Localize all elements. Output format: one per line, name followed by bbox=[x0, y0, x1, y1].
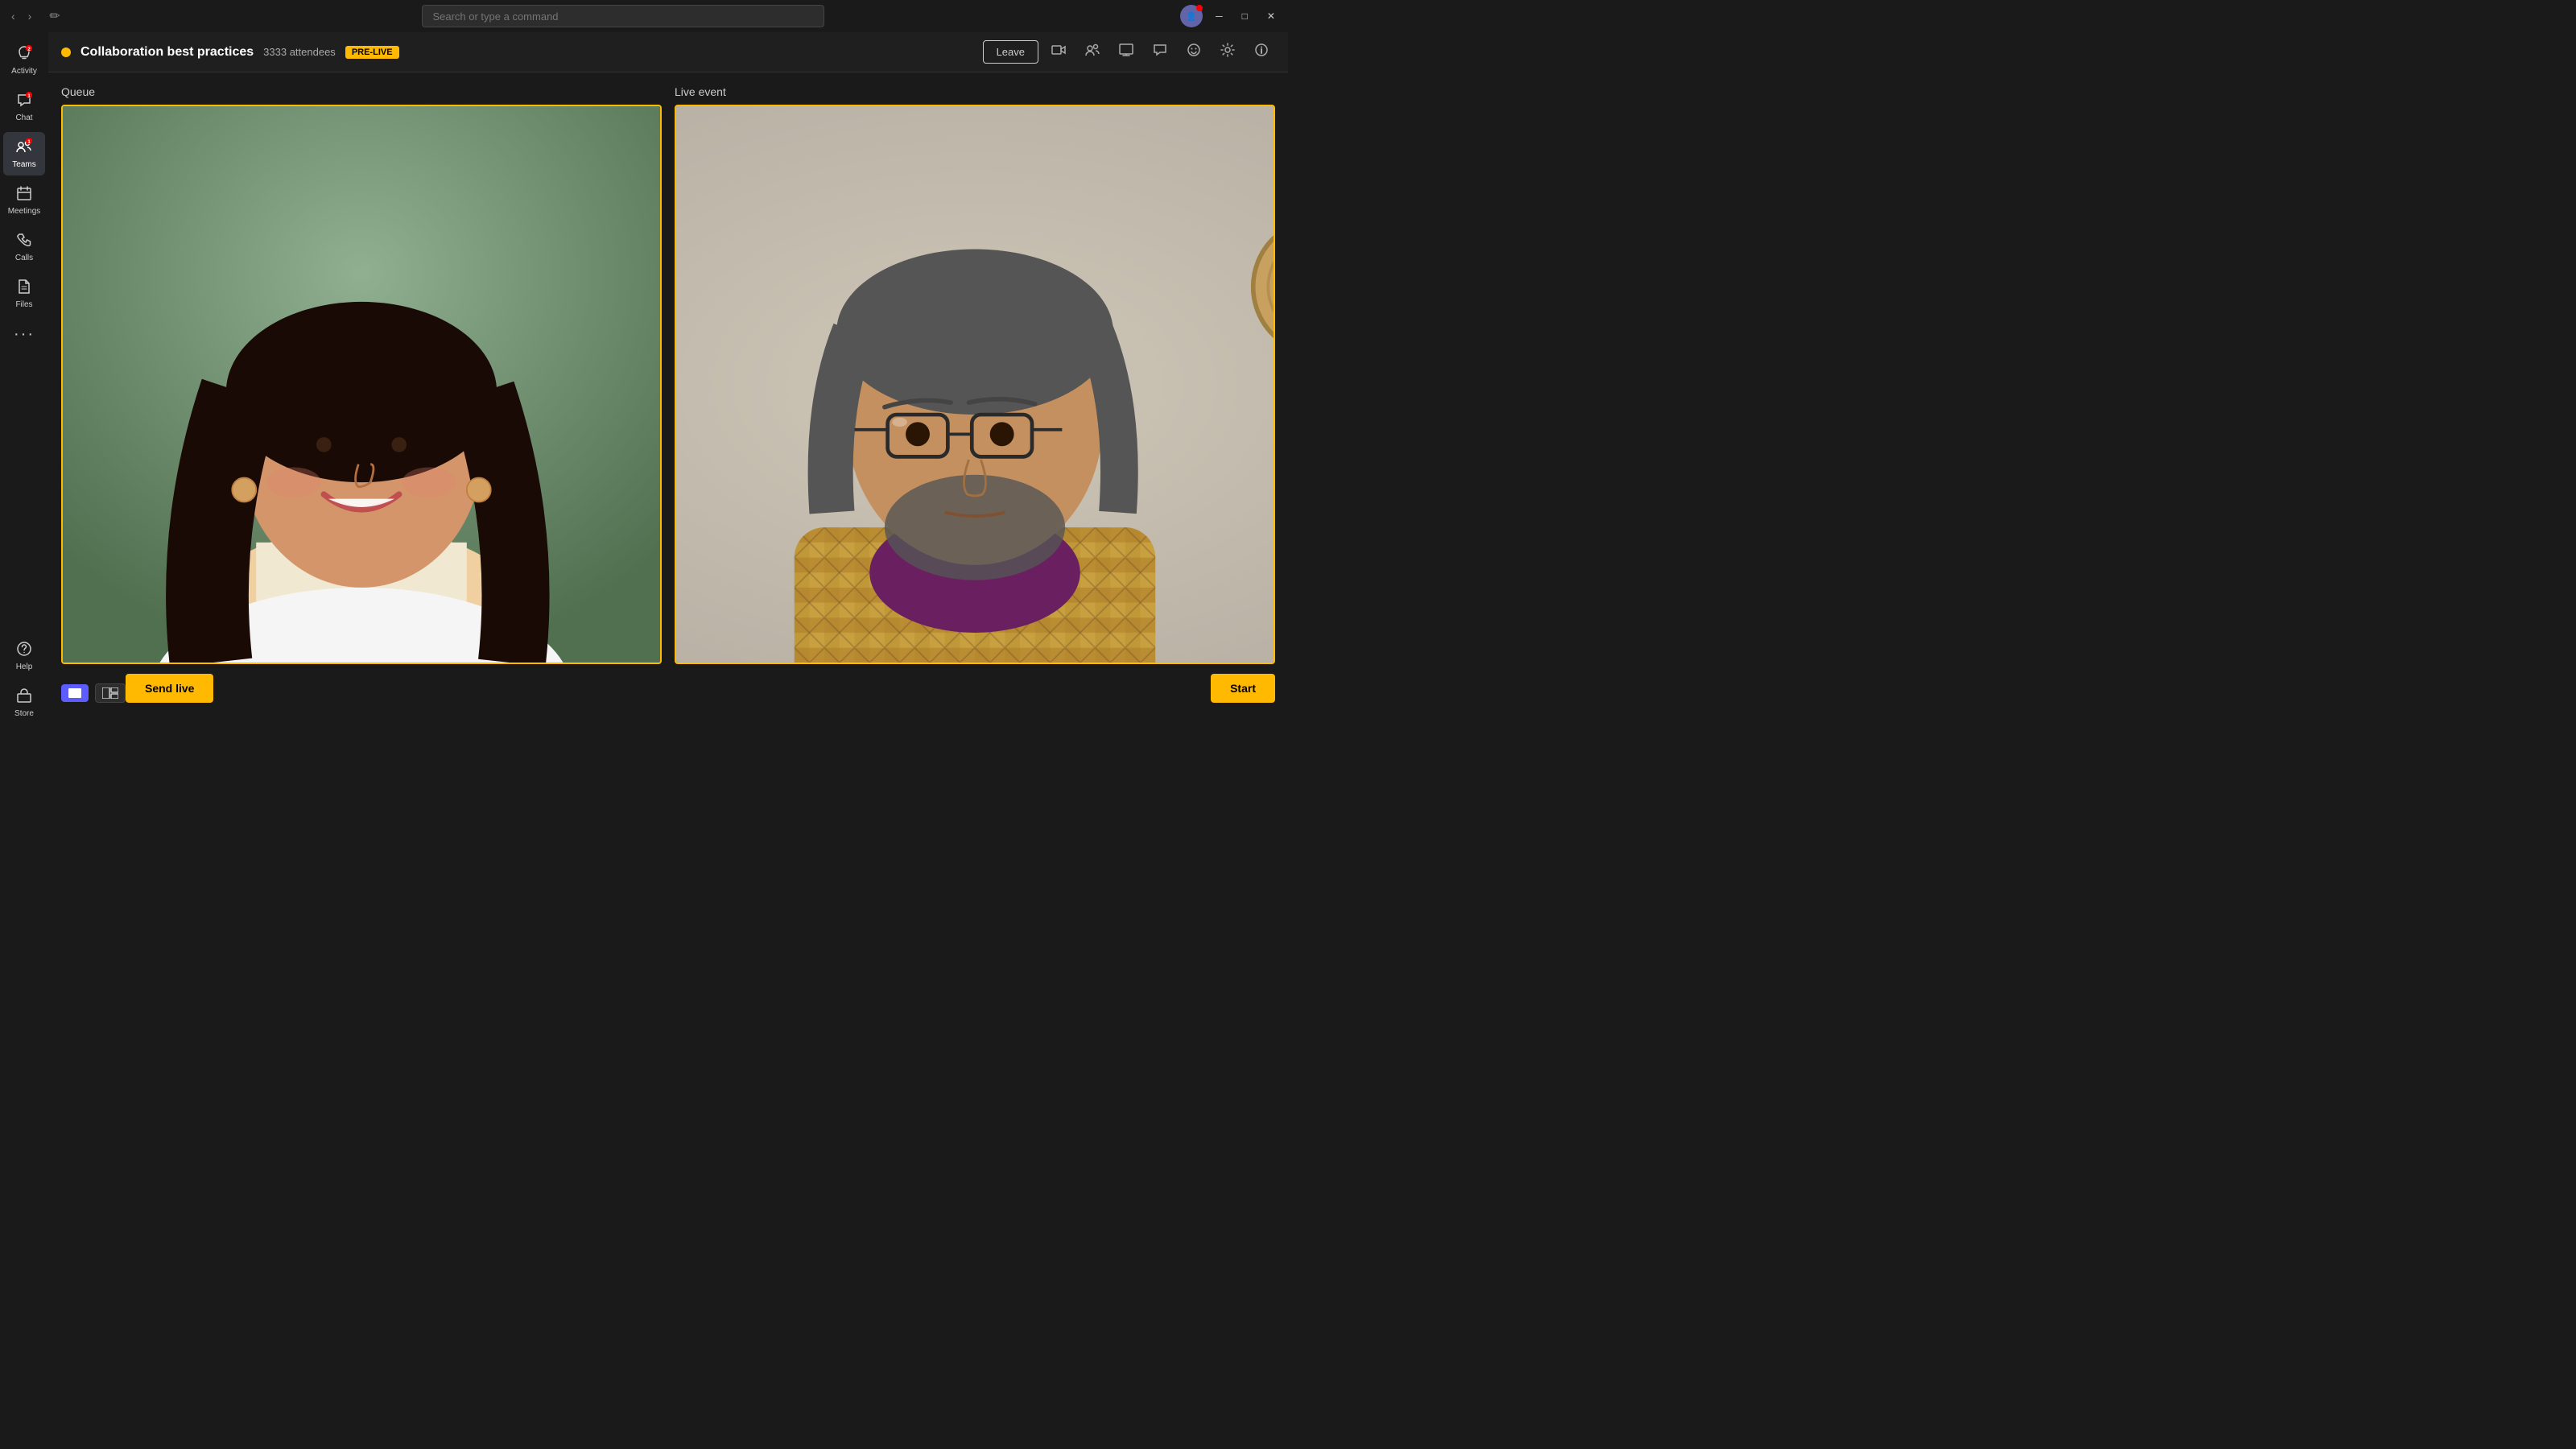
live-event-panel: Live event bbox=[675, 85, 1275, 664]
nav-buttons: ‹ › bbox=[6, 6, 36, 26]
title-bar-right: 👤 ─ □ ✕ bbox=[1180, 5, 1282, 27]
live-dot bbox=[61, 47, 71, 57]
minimize-button[interactable]: ─ bbox=[1209, 10, 1229, 22]
live-event-video bbox=[676, 106, 1274, 663]
search-bar bbox=[422, 5, 824, 27]
files-label: Files bbox=[15, 300, 32, 309]
chat-panel-button[interactable] bbox=[1146, 39, 1174, 64]
single-view-button[interactable] bbox=[61, 684, 89, 702]
sidebar-item-activity[interactable]: 2 Activity bbox=[3, 39, 45, 82]
sidebar-item-help[interactable]: Help bbox=[3, 634, 45, 678]
title-bar-left: ‹ › ✏ bbox=[6, 5, 67, 27]
queue-video-container bbox=[61, 105, 662, 664]
multi-view-icon bbox=[102, 687, 118, 699]
pre-live-badge: PRE-LIVE bbox=[345, 46, 399, 59]
queue-video-art bbox=[63, 106, 660, 663]
chat-icon: 1 bbox=[16, 92, 32, 112]
close-button[interactable]: ✕ bbox=[1261, 10, 1282, 22]
chat-label: Chat bbox=[15, 114, 32, 122]
sidebar-item-calls[interactable]: Calls bbox=[3, 225, 45, 269]
info-button[interactable] bbox=[1248, 39, 1275, 64]
controls-row: Send live Start bbox=[61, 674, 1275, 703]
sidebar-item-store[interactable]: Store bbox=[3, 681, 45, 724]
sidebar-item-teams[interactable]: 1 Teams bbox=[3, 132, 45, 175]
meeting-title: Collaboration best practices bbox=[80, 45, 254, 60]
settings-button[interactable] bbox=[1214, 39, 1241, 64]
queue-label: Queue bbox=[61, 85, 662, 98]
live-event-label: Live event bbox=[675, 85, 1275, 98]
participants-button[interactable] bbox=[1079, 39, 1106, 64]
help-icon bbox=[16, 641, 32, 661]
bottom-section: Presenter bbox=[61, 712, 1275, 724]
teams-label: Teams bbox=[12, 160, 35, 169]
sidebar: 2 Activity 1 Chat bbox=[0, 32, 48, 724]
sidebar-item-more[interactable]: ··· bbox=[3, 319, 45, 350]
activity-icon: 2 bbox=[16, 45, 32, 65]
store-icon bbox=[16, 687, 32, 708]
info-icon bbox=[1254, 43, 1269, 57]
teams-icon: 1 bbox=[16, 138, 32, 159]
queue-video bbox=[63, 106, 660, 663]
whiteboard-button[interactable] bbox=[1113, 39, 1140, 64]
back-button[interactable]: ‹ bbox=[6, 6, 20, 26]
content-area: Collaboration best practices 3333 attend… bbox=[48, 32, 1288, 724]
participants-icon bbox=[1085, 43, 1100, 57]
video-toggle-button[interactable] bbox=[1045, 39, 1072, 64]
send-live-button[interactable]: Send live bbox=[126, 674, 213, 703]
maximize-button[interactable]: □ bbox=[1236, 10, 1254, 22]
thumbnails-row: Presenter bbox=[419, 712, 789, 724]
main-layout: 2 Activity 1 Chat bbox=[0, 32, 1288, 724]
meetings-icon bbox=[16, 185, 32, 205]
attendee-count: 3333 attendees bbox=[263, 46, 336, 58]
reactions-button[interactable] bbox=[1180, 39, 1208, 64]
store-label: Store bbox=[14, 709, 34, 718]
settings-icon bbox=[1220, 43, 1235, 57]
compose-button[interactable]: ✏ bbox=[43, 5, 66, 27]
sidebar-item-meetings[interactable]: Meetings bbox=[3, 179, 45, 222]
calls-label: Calls bbox=[15, 254, 33, 262]
meeting-header-right: Leave bbox=[983, 39, 1275, 64]
title-bar: ‹ › ✏ 👤 ─ □ ✕ bbox=[0, 0, 1288, 32]
sidebar-item-chat[interactable]: 1 Chat bbox=[3, 85, 45, 129]
user-avatar[interactable]: 👤 bbox=[1180, 5, 1203, 27]
live-event-video-container bbox=[675, 105, 1275, 664]
forward-button[interactable]: › bbox=[23, 6, 37, 26]
start-button[interactable]: Start bbox=[1211, 674, 1275, 703]
help-label: Help bbox=[16, 663, 33, 671]
meeting-header: Collaboration best practices 3333 attend… bbox=[48, 32, 1288, 72]
files-icon bbox=[16, 279, 32, 299]
meetings-label: Meetings bbox=[8, 207, 41, 216]
video-panels-row: Queue bbox=[61, 85, 1275, 664]
leave-button[interactable]: Leave bbox=[983, 40, 1038, 64]
more-icon: ··· bbox=[14, 325, 35, 344]
calls-icon bbox=[16, 232, 32, 252]
sidebar-item-files[interactable]: Files bbox=[3, 272, 45, 316]
multi-view-button[interactable] bbox=[95, 683, 126, 703]
meeting-body: Queue bbox=[48, 72, 1288, 724]
search-input[interactable] bbox=[432, 10, 814, 23]
meeting-title-area: Collaboration best practices 3333 attend… bbox=[61, 45, 399, 60]
video-icon bbox=[1051, 43, 1066, 57]
activity-label: Activity bbox=[11, 67, 37, 76]
live-event-video-art bbox=[676, 106, 1274, 663]
whiteboard-icon bbox=[1119, 43, 1133, 57]
chat-panel-icon bbox=[1153, 43, 1167, 57]
reactions-icon bbox=[1187, 43, 1201, 57]
single-view-icon bbox=[68, 688, 81, 698]
queue-controls bbox=[61, 683, 126, 703]
queue-panel: Queue bbox=[61, 85, 662, 664]
